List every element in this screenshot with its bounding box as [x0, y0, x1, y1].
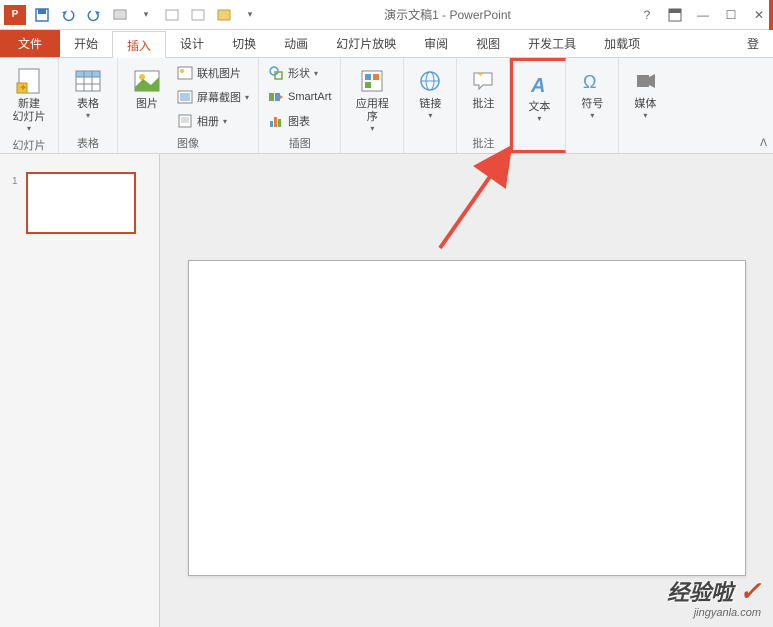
- comment-label: 批注: [472, 98, 494, 111]
- dropdown-icon: ▾: [27, 124, 31, 133]
- tab-insert[interactable]: 插入: [112, 31, 166, 58]
- tab-addins[interactable]: 加载项: [590, 30, 654, 57]
- tab-developer[interactable]: 开发工具: [514, 30, 590, 57]
- online-pictures-icon: [177, 65, 193, 81]
- svg-text:✦: ✦: [477, 70, 484, 79]
- watermark-url: jingyanla.com: [667, 607, 761, 619]
- tab-file[interactable]: 文件: [0, 30, 60, 57]
- tab-transitions[interactable]: 切换: [218, 30, 270, 57]
- online-pictures-button[interactable]: 联机图片: [174, 62, 252, 84]
- chart-label: 图表: [288, 113, 310, 129]
- save-button[interactable]: [30, 3, 54, 27]
- tab-review[interactable]: 审阅: [410, 30, 462, 57]
- ribbon-options[interactable]: [661, 3, 689, 27]
- tab-slideshow[interactable]: 幻灯片放映: [322, 30, 410, 57]
- photo-album-icon: [177, 113, 193, 129]
- images-group-label: 图像: [124, 133, 252, 151]
- links-button[interactable]: 链接 ▾: [410, 62, 450, 122]
- redo-button[interactable]: [82, 3, 106, 27]
- dropdown-icon: ▾: [314, 69, 318, 78]
- dropdown-icon: ▾: [428, 111, 432, 120]
- smartart-button[interactable]: SmartArt: [265, 86, 334, 108]
- shapes-icon: [268, 65, 284, 81]
- svg-text:A: A: [530, 75, 545, 96]
- dropdown-icon: ▾: [370, 124, 374, 133]
- screenshot-label: 屏幕截图: [197, 89, 241, 105]
- chart-icon: [268, 113, 284, 129]
- slide-thumbnails-panel: 1: [0, 154, 160, 627]
- restore-button[interactable]: ☐: [717, 3, 745, 27]
- watermark-check-icon: ✓: [739, 576, 761, 606]
- tab-animations[interactable]: 动画: [270, 30, 322, 57]
- apps-group-label: [347, 149, 397, 151]
- app-icon: P: [4, 5, 26, 25]
- links-label: 链接: [419, 98, 441, 111]
- dropdown-icon: ▾: [537, 114, 541, 123]
- dropdown-icon: ▾: [590, 111, 594, 120]
- dropdown-icon: ▾: [86, 111, 90, 120]
- window-title: 演示文稿1 - PowerPoint: [262, 6, 633, 23]
- media-label: 媒体: [634, 98, 656, 111]
- smartart-icon: [268, 89, 284, 105]
- slides-group-label: 幻灯片: [6, 135, 52, 153]
- table-button[interactable]: 表格 ▾: [65, 62, 111, 122]
- comments-group-label: 批注: [463, 133, 503, 151]
- help-button[interactable]: ?: [633, 3, 661, 27]
- new-slide-button[interactable]: ✦ 新建 幻灯片 ▾: [6, 62, 52, 135]
- qat-custom-3[interactable]: [212, 3, 236, 27]
- qat-custom-more[interactable]: ▾: [238, 3, 262, 27]
- svg-text:Ω: Ω: [583, 72, 596, 92]
- symbols-label: 符号: [581, 98, 603, 111]
- text-group-highlighted: A 文本 ▾: [510, 58, 566, 153]
- text-button[interactable]: A 文本 ▾: [519, 65, 559, 125]
- screenshot-button[interactable]: 屏幕截图 ▾: [174, 86, 252, 108]
- svg-text:✦: ✦: [19, 83, 27, 94]
- symbols-button[interactable]: Ω 符号 ▾: [572, 62, 612, 122]
- online-pictures-label: 联机图片: [197, 65, 241, 81]
- watermark-text: 经验啦: [667, 580, 733, 605]
- chart-button[interactable]: 图表: [265, 110, 334, 132]
- qat-more[interactable]: ▾: [134, 3, 158, 27]
- signin[interactable]: 登: [733, 30, 773, 57]
- shapes-label: 形状: [288, 65, 310, 81]
- tables-group-label: 表格: [65, 133, 111, 151]
- collapse-ribbon-icon[interactable]: ᐱ: [760, 138, 767, 149]
- media-button[interactable]: 媒体 ▾: [625, 62, 665, 122]
- undo-button[interactable]: [56, 3, 80, 27]
- table-label: 表格: [77, 98, 99, 111]
- watermark: 经验啦 ✓ jingyanla.com: [667, 575, 761, 619]
- illustrations-group-label: 插图: [265, 133, 334, 151]
- comment-button[interactable]: ✦ 批注: [463, 62, 503, 113]
- screenshot-icon: [177, 89, 193, 105]
- photo-album-button[interactable]: 相册 ▾: [174, 110, 252, 132]
- dropdown-icon: ▾: [245, 93, 249, 102]
- thumb-number: 1: [12, 176, 18, 187]
- qat-custom-2[interactable]: [186, 3, 210, 27]
- qat-custom-1[interactable]: [160, 3, 184, 27]
- slide-thumbnail-1[interactable]: [26, 172, 136, 234]
- dropdown-icon: ▾: [643, 111, 647, 120]
- slideshow-from-start[interactable]: [108, 3, 132, 27]
- minimize-button[interactable]: —: [689, 3, 717, 27]
- new-slide-label: 新建 幻灯片: [13, 98, 46, 124]
- tab-view[interactable]: 视图: [462, 30, 514, 57]
- links-group-label: [410, 149, 450, 151]
- slide-canvas[interactable]: [188, 260, 746, 576]
- smartart-label: SmartArt: [288, 91, 331, 103]
- dropdown-icon: ▾: [223, 117, 227, 126]
- slide-edit-area: [160, 154, 773, 627]
- photo-album-label: 相册: [197, 113, 219, 129]
- apps-button[interactable]: 应用程 序 ▾: [347, 62, 397, 135]
- tab-home[interactable]: 开始: [60, 30, 112, 57]
- text-label: 文本: [528, 101, 550, 114]
- tab-design[interactable]: 设计: [166, 30, 218, 57]
- apps-label: 应用程 序: [356, 98, 389, 124]
- pictures-label: 图片: [136, 98, 158, 111]
- pictures-button[interactable]: 图片: [124, 62, 170, 113]
- shapes-button[interactable]: 形状 ▾: [265, 62, 334, 84]
